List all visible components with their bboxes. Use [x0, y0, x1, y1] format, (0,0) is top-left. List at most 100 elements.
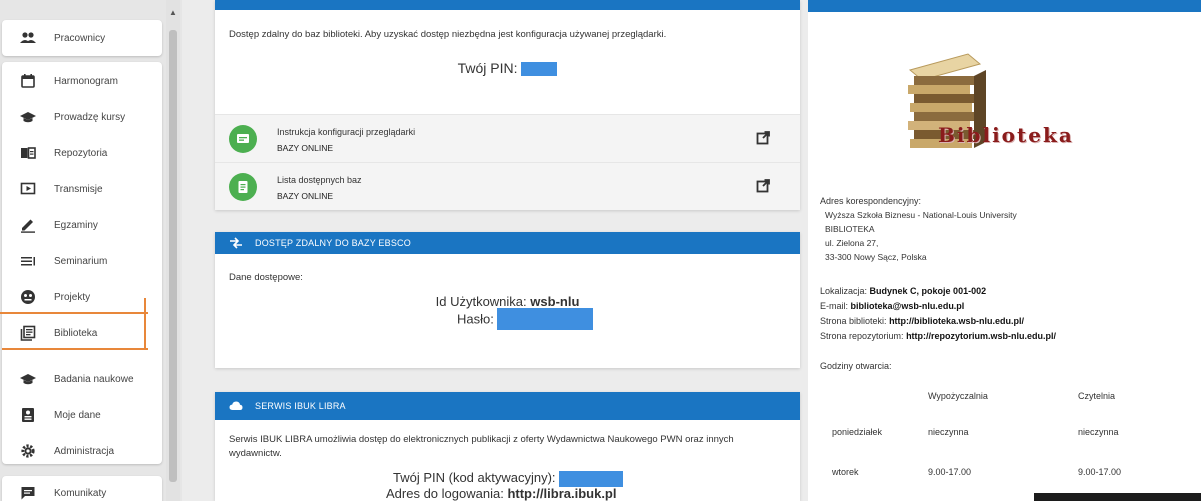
sidebar-group-bottom: Komunikaty: [2, 476, 162, 501]
sidebar-item-label: Pracownicy: [54, 32, 106, 44]
ibuk-login-label: Adres do logowania:: [386, 486, 504, 501]
sidebar-item-prowadze-kursy[interactable]: Prowadzę kursy: [2, 102, 162, 132]
password-label: Hasło:: [457, 311, 494, 327]
sidebar-item-label: Egzaminy: [54, 219, 98, 231]
overlay-bar: [1034, 493, 1201, 501]
projects-icon: [21, 290, 35, 304]
list-item-subtitle: BAZY ONLINE: [277, 191, 334, 201]
email-label: E-mail:: [820, 301, 849, 311]
email-line: E-mail: biblioteka@wsb-nlu.edu.pl: [820, 301, 964, 311]
ibuk-login-line: Adres do logowania: http://libra.ibuk.pl: [386, 486, 616, 501]
pin-label: Twój PIN:: [457, 60, 518, 76]
circle-icon: [229, 173, 257, 201]
table-cell: nieczynna: [928, 427, 969, 437]
calendar-icon: [21, 74, 35, 88]
sidebar-item-seminarium[interactable]: Seminarium: [2, 246, 162, 276]
repository-site-label: Strona repozytorium:: [820, 331, 904, 341]
list-item-title: Lista dostępnych baz: [277, 175, 362, 185]
sidebar-item-projekty[interactable]: Projekty: [2, 282, 162, 312]
opening-hours-label: Godziny otwarcia:: [820, 361, 892, 371]
opening-hours-table: Wypożyczalnia Czytelnia poniedziałek nie…: [808, 380, 1201, 492]
location-line: Lokalizacja: Budynek C, pokoje 001-002: [820, 286, 986, 296]
highlight-line-top: [0, 312, 148, 314]
sidebar-item-badania-naukowe[interactable]: Badania naukowe: [2, 364, 162, 394]
id-card-icon: [22, 408, 34, 422]
sidebar-item-moje-dane[interactable]: Moje dane: [2, 400, 162, 430]
address-label: Adres korespondencyjny:: [820, 196, 922, 206]
highlight-line-right: [144, 298, 146, 350]
password-value-redacted: [497, 308, 594, 330]
access-data-label: Dane dostępowe:: [229, 272, 303, 283]
sidebar-item-biblioteka[interactable]: Biblioteka: [2, 318, 162, 348]
address-line: 33-300 Nowy Sącz, Polska: [825, 252, 927, 262]
sidebar-item-komunikaty[interactable]: Komunikaty: [2, 478, 162, 501]
external-link-icon[interactable]: [756, 179, 770, 193]
table-header-row: Wypożyczalnia Czytelnia: [808, 380, 1201, 412]
ibuk-description-line1: Serwis IBUK LIBRA umożliwia dostęp do el…: [229, 434, 734, 445]
sidebar-item-label: Projekty: [54, 291, 91, 303]
swap-arrows-icon: [230, 237, 242, 249]
sidebar-item-repozytoria[interactable]: Repozytoria: [2, 138, 162, 168]
ebsco-card: DOSTĘP ZDALNY DO BAZY EBSCO Dane dostępo…: [215, 232, 800, 368]
list-item[interactable]: Lista dostępnych baz BAZY ONLINE: [215, 162, 800, 210]
message-icon: [21, 487, 35, 500]
sidebar-group-top: Pracownicy: [2, 20, 162, 56]
ibuk-pin-redacted: [559, 470, 624, 487]
ibuk-login-url[interactable]: http://libra.ibuk.pl: [507, 486, 616, 501]
card-header-bar: [215, 0, 800, 10]
external-link-icon[interactable]: [756, 131, 770, 145]
sidebar-item-harmonogram[interactable]: Harmonogram: [2, 66, 162, 96]
sidebar-item-label: Prowadzę kursy: [54, 111, 126, 123]
table-cell: wtorek: [832, 467, 859, 477]
table-header-cell: Wypożyczalnia: [928, 391, 988, 401]
repository-site-link[interactable]: http://repozytorium.wsb-nlu.edu.pl/: [906, 331, 1056, 341]
library-site-link[interactable]: http://biblioteka.wsb-nlu.edu.pl/: [889, 316, 1024, 326]
sidebar-item-transmisje[interactable]: Transmisje: [2, 174, 162, 204]
sidebar-item-label: Seminarium: [54, 255, 108, 267]
library-info-panel: Biblioteka Adres korespondencyjny: Wyższ…: [808, 0, 1201, 501]
ibuk-pin-label: Twój PIN (kod aktywacyjny):: [393, 470, 556, 485]
sidebar-item-administracja[interactable]: Administracja: [2, 436, 162, 466]
table-cell: nieczynna: [1078, 427, 1119, 437]
sidebar-item-label: Harmonogram: [54, 75, 118, 87]
sidebar: Pracownicy Harmonogram Prowadzę kursy Re…: [0, 0, 182, 501]
email-value[interactable]: biblioteka@wsb-nlu.edu.pl: [851, 301, 965, 311]
graduation-cap-icon: [20, 374, 36, 385]
sidebar-item-label: Komunikaty: [54, 487, 107, 499]
sidebar-item-label: Repozytoria: [54, 147, 108, 159]
pencil-icon: [21, 219, 35, 233]
sidebar-item-egzaminy[interactable]: Egzaminy: [2, 210, 162, 240]
table-header-cell: [808, 380, 928, 412]
play-screen-icon: [20, 182, 36, 195]
table-cell: 9.00-17.00: [928, 467, 972, 477]
panel-header-bar: [808, 0, 1201, 12]
graduation-cap-icon: [20, 112, 36, 123]
sidebar-item-label: Badania naukowe: [54, 373, 134, 385]
database-list-icon: [238, 181, 248, 193]
library-site-label: Strona biblioteki:: [820, 316, 887, 326]
people-icon: [20, 32, 36, 43]
address-line: ul. Zielona 27,: [825, 238, 879, 248]
table-cell: poniedziałek: [832, 427, 883, 437]
list-icon: [21, 257, 35, 266]
ibuk-pin-line: Twój PIN (kod aktywacyjny):: [393, 470, 624, 487]
circle-icon: [229, 125, 257, 153]
ebsco-card-title: DOSTĘP ZDALNY DO BAZY EBSCO: [255, 238, 411, 248]
pin-value-redacted: [521, 62, 558, 77]
ibuk-description-line2: wydawnictw.: [229, 448, 282, 459]
ibuk-card-title: SERWIS IBUK LIBRA: [255, 401, 346, 411]
sidebar-item-pracownicy[interactable]: Pracownicy: [2, 23, 162, 53]
list-item[interactable]: Instrukcja konfiguracji przeglądarki BAZ…: [215, 114, 800, 162]
repository-site-line: Strona repozytorium: http://repozytorium…: [820, 331, 1056, 341]
browser-config-icon: [237, 134, 249, 143]
library-icon: [20, 325, 36, 341]
table-cell: 9.00-17.00: [1078, 467, 1122, 477]
highlight-line-bottom: [2, 348, 148, 350]
ibuk-card-header: SERWIS IBUK LIBRA: [215, 392, 800, 420]
sidebar-group-main: Harmonogram Prowadzę kursy Repozytoria T…: [2, 62, 162, 464]
scroll-up-arrow-icon[interactable]: ▲: [169, 8, 177, 17]
library-logo-text: Biblioteka: [938, 123, 1074, 147]
gear-icon: [21, 444, 35, 458]
sidebar-scrollbar[interactable]: ▲: [166, 0, 180, 501]
scrollbar-thumb[interactable]: [169, 30, 177, 482]
